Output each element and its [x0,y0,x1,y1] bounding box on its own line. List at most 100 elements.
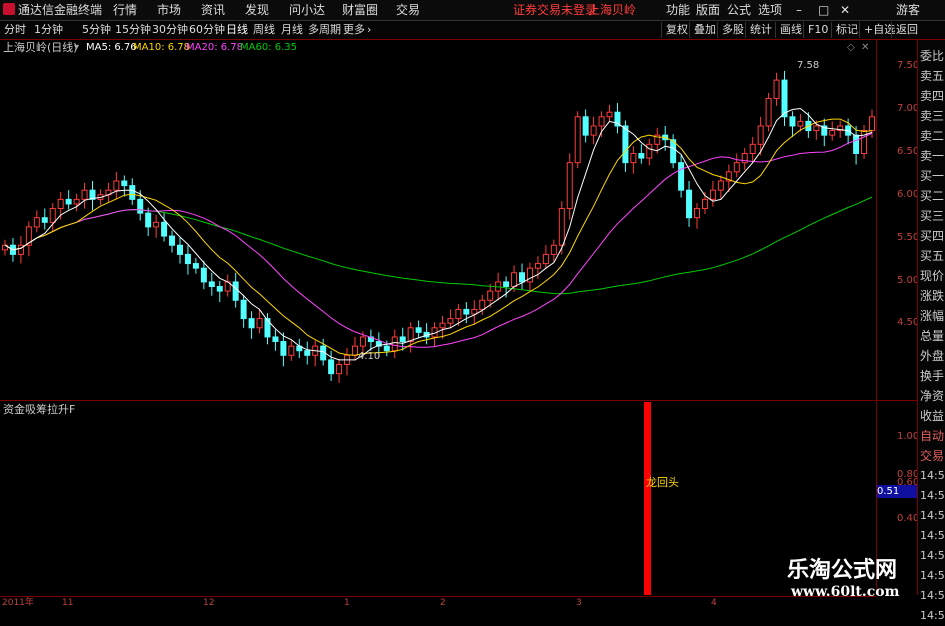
menu-item-options[interactable]: 选项 [758,0,782,20]
candle-body [646,143,653,159]
menu-item-trade[interactable]: 交易 [396,0,420,20]
menu-item-wealth[interactable]: 财富圈 [342,0,378,20]
candle-body [200,267,207,283]
candle-body [359,336,366,347]
draw-line-button[interactable]: 画线 [775,22,806,38]
candle-body [606,111,613,118]
side-panel-item: 买五 [920,249,945,263]
candle-body [550,244,557,255]
candle-body [216,286,223,292]
side-panel-item[interactable]: 自动 [920,426,944,446]
side-panel-item: 买二 [920,189,945,203]
date-tick: 1 [344,598,350,608]
tab-more[interactable]: 更多 [343,21,365,39]
side-panel-item: 换手 [920,369,945,383]
candle-body [487,290,494,301]
indicator-chart[interactable]: 龙回头 [0,402,876,595]
stats-button[interactable]: 统计 [745,22,776,38]
candle-body [208,281,215,288]
candle-body [192,263,199,269]
tab-multi-period[interactable]: 多周期 [308,21,341,39]
candle-body [765,97,772,127]
menu-item-layout[interactable]: 版面 [696,0,720,20]
app-logo-icon [3,3,15,15]
date-tick: 2011年 [2,598,34,608]
candle-body [49,208,56,223]
watermark: 乐淘公式网 www.60lt.com [765,550,925,606]
candle-body [184,253,191,265]
candle-body [574,116,581,164]
candle-body [829,130,836,136]
date-tick: 12 [203,598,215,608]
candle-body [733,162,740,173]
maximize-button[interactable]: □ [818,0,829,20]
tab-60min[interactable]: 60分钟 [189,21,225,39]
minimize-button[interactable]: – [796,0,802,20]
side-panel-item: 买四 [920,229,945,243]
candle-body [757,125,764,145]
candle-body [272,336,279,343]
candle-body [463,308,470,315]
menu-bar: 通达信金融终端 行情 市场 资讯 发现 问小达 财富圈 交易 证券交易未登录 上… [0,0,945,21]
candle-body [248,318,255,329]
period-toolbar: 分时 1分钟 5分钟 15分钟 30分钟 60分钟 日线 周线 月线 多周期 更… [0,21,945,40]
price-tick: 6.00 [897,189,920,200]
candle-body [853,134,860,154]
side-panel-item: 现价 [920,269,945,283]
tab-monthly[interactable]: 月线 [281,21,303,39]
candle-body [169,235,176,246]
tab-intraday[interactable]: 分时 [4,21,26,39]
candle-body [383,345,390,352]
signal-label: 龙回头 [646,476,679,489]
candle-body [686,189,693,219]
menu-item-formula[interactable]: 公式 [727,0,751,20]
tab-weekly[interactable]: 周线 [253,21,275,39]
side-panel-item[interactable]: 交易 [920,446,944,466]
candle-body [391,336,398,352]
menu-item-ask[interactable]: 问小达 [289,0,325,20]
candle-body [566,162,573,210]
menu-item-function[interactable]: 功能 [666,0,690,20]
f10-button[interactable]: F10 [803,22,832,38]
price-tick: 5.00 [897,275,920,286]
side-panel-item: 涨跌 [920,289,945,303]
candle-body [773,79,780,99]
candle-body [789,116,796,127]
menu-item-discover[interactable]: 发现 [245,0,269,20]
candle-body [65,198,72,205]
back-button[interactable]: 返回 [891,22,922,38]
candle-body [781,79,788,118]
close-button[interactable]: ✕ [840,0,850,20]
multi-stock-button[interactable]: 多股 [717,22,748,38]
mark-button[interactable]: 标记 [831,22,862,38]
candle-body [590,125,597,136]
high-annotation: 7.58 [797,60,819,71]
date-tick: 2 [440,598,446,608]
watermark-url: www.60lt.com [791,584,900,600]
menu-item-market[interactable]: 市场 [157,0,181,20]
tab-daily[interactable]: 日线 [226,21,248,39]
menu-item-news[interactable]: 资讯 [201,0,225,20]
date-tick: 4 [711,598,717,608]
adjust-button[interactable]: 复权 [661,22,692,38]
candle-body [137,198,144,214]
candle-body [153,221,160,228]
tab-1min[interactable]: 1分钟 [34,21,63,39]
candle-body [113,180,120,191]
candle-body [288,345,295,356]
tab-5min[interactable]: 5分钟 [82,21,111,39]
candle-body [638,152,645,159]
tab-15min[interactable]: 15分钟 [115,21,151,39]
candlestick-chart[interactable]: 7.58 4.10 [0,40,876,400]
tab-30min[interactable]: 30分钟 [152,21,188,39]
side-panel-item: 净资 [920,389,945,403]
guest-label[interactable]: 游客 [896,0,920,20]
side-panel-item: 外盘 [920,349,945,363]
login-notice[interactable]: 证券交易未登录 [513,0,597,20]
side-panel-item: 14:56 [920,509,945,522]
overlay-button[interactable]: 叠加 [689,22,720,38]
candle-body [694,208,701,219]
watermark-title: 乐淘公式网 [787,558,898,583]
menu-item-quotes[interactable]: 行情 [113,0,137,20]
chevron-right-icon[interactable]: › [367,21,371,39]
